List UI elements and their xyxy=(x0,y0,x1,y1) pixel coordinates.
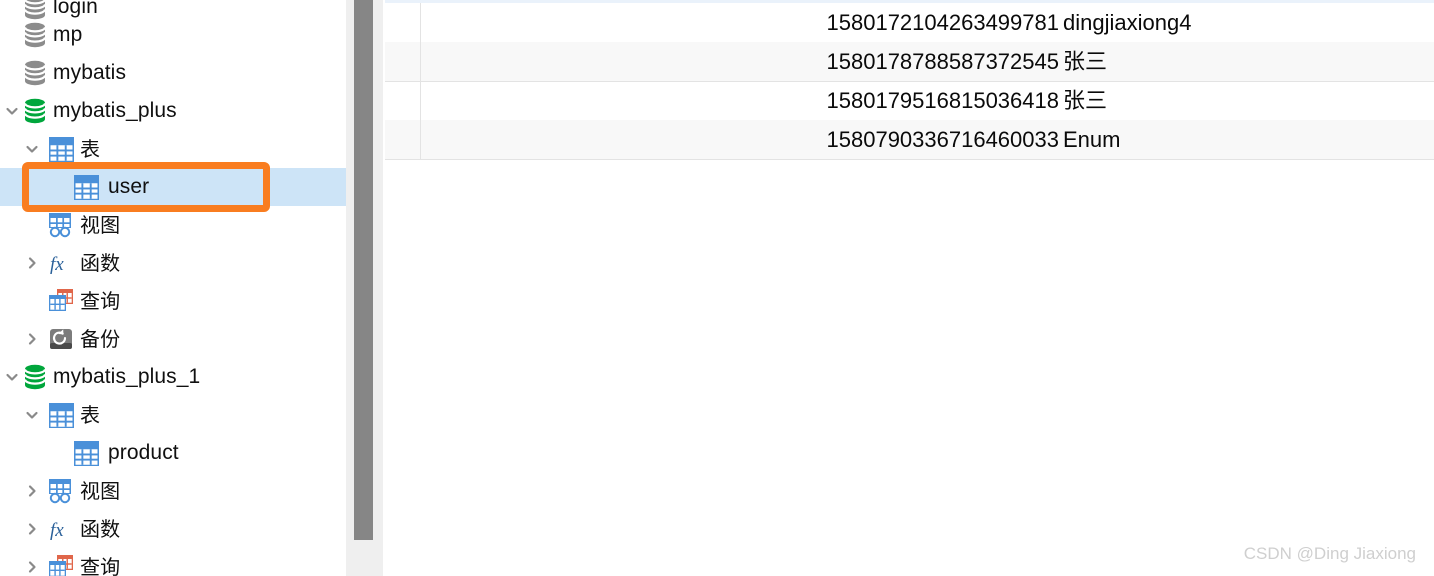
svg-text:fx: fx xyxy=(50,520,64,541)
sidebar-item-label: user xyxy=(108,175,150,198)
sidebar-item-label: 备份 xyxy=(80,327,121,351)
table-icon xyxy=(73,434,99,472)
row-header-cell[interactable] xyxy=(385,42,421,81)
chevron-down-icon[interactable] xyxy=(2,92,22,130)
view-icon xyxy=(48,472,74,510)
application-window: login mp mybatis mybatis_plus 表 user 视图 fx 函数 查询备… xyxy=(0,0,1434,576)
table-folder-icon xyxy=(48,396,74,434)
sidebar-item-label: 函数 xyxy=(80,517,121,541)
col-sep-rowheader xyxy=(420,3,421,159)
sidebar-item-mp[interactable]: mp xyxy=(0,16,346,54)
database-icon-green xyxy=(22,358,48,396)
view-icon xyxy=(48,206,74,244)
cell-name[interactable]: Enum xyxy=(1061,120,1434,159)
table-row[interactable]: 1580172104263499781dingjiaxiong424(Null) xyxy=(385,3,1434,43)
sidebar-item-product[interactable]: product xyxy=(0,434,346,472)
chevron-down-icon[interactable] xyxy=(22,396,42,434)
sidebar-item-label: 查询 xyxy=(80,555,121,576)
database-icon-gray xyxy=(22,54,48,92)
sidebar-item-查询[interactable]: 查询 xyxy=(0,548,346,576)
cell-id[interactable]: 1580179516815036418 xyxy=(421,81,1062,120)
sidebar-item-user[interactable]: user xyxy=(0,168,346,206)
sidebar-item-label: mybatis xyxy=(53,61,127,84)
sidebar-item-label: product xyxy=(108,441,179,464)
chevron-down-icon[interactable] xyxy=(2,358,22,396)
chevron-right-icon[interactable] xyxy=(22,472,42,510)
watermark: CSDN @Ding Jiaxiong xyxy=(1243,544,1416,563)
chevron-right-icon[interactable] xyxy=(22,244,42,282)
function-icon: fx xyxy=(48,244,74,282)
database-icon-green xyxy=(22,92,48,130)
sidebar-item-label: 函数 xyxy=(80,251,121,275)
cell-name[interactable]: 张三 xyxy=(1061,81,1434,120)
database-icon-gray xyxy=(22,16,48,54)
backup-icon xyxy=(48,320,74,358)
table-folder-icon xyxy=(48,130,74,168)
sidebar-item-label: mybatis_plus_1 xyxy=(53,365,201,388)
sidebar-item-label: 表 xyxy=(80,403,101,427)
table-row[interactable]: 1580179516815036418张三23zhangsan@atguigu.… xyxy=(385,81,1434,121)
sidebar-item-视图[interactable]: 视图 xyxy=(0,206,346,244)
sidebar-item-查询[interactable]: 查询 xyxy=(0,282,346,320)
query-icon xyxy=(48,548,74,576)
sidebar-item-函数[interactable]: fx 函数 xyxy=(0,510,346,548)
sidebar-item-表[interactable]: 表 xyxy=(0,396,346,434)
chevron-right-icon[interactable] xyxy=(22,548,42,576)
chevron-right-icon[interactable] xyxy=(22,320,42,358)
cell-id[interactable]: 1580790336716460033 xyxy=(421,120,1062,159)
sidebar-item-label: 表 xyxy=(80,137,101,161)
row-header-cell[interactable] xyxy=(385,120,421,159)
table-icon xyxy=(73,168,99,206)
row-header-cell[interactable] xyxy=(385,3,421,42)
cell-id[interactable]: 1580178788587372545 xyxy=(421,42,1062,81)
sidebar-item-label: 查询 xyxy=(80,289,121,313)
database-navigator-sidebar[interactable]: login mp mybatis mybatis_plus 表 user 视图 fx 函数 查询备… xyxy=(0,0,346,576)
cell-name[interactable]: 张三 xyxy=(1061,42,1434,81)
sidebar-item-label: mp xyxy=(53,23,83,46)
cell-name[interactable]: dingjiaxiong4 xyxy=(1061,3,1434,42)
sidebar-item-函数[interactable]: fx 函数 xyxy=(0,244,346,282)
query-icon xyxy=(48,282,74,320)
sidebar-item-表[interactable]: 表 xyxy=(0,130,346,168)
table-row[interactable]: 1580790336716460033Enum20(Null) xyxy=(385,120,1434,160)
sidebar-item-视图[interactable]: 视图 xyxy=(0,472,346,510)
sidebar-item-label: 视图 xyxy=(80,479,121,503)
sidebar-item-label: 视图 xyxy=(80,213,121,237)
sidebar-item-mybatis_plus[interactable]: mybatis_plus xyxy=(0,92,346,130)
chevron-right-icon[interactable] xyxy=(22,510,42,548)
svg-text:fx: fx xyxy=(50,254,64,275)
chevron-down-icon[interactable] xyxy=(22,130,42,168)
sidebar-item-mybatis[interactable]: mybatis xyxy=(0,54,346,92)
sidebar-item-mybatis_plus_1[interactable]: mybatis_plus_1 xyxy=(0,358,346,396)
sidebar-item-备份[interactable]: 备份 xyxy=(0,320,346,358)
table-row[interactable]: 1580178788587372545张三23zhangsan@atguigu.… xyxy=(385,42,1434,82)
row-header-cell[interactable] xyxy=(385,81,421,120)
sidebar-item-label: mybatis_plus xyxy=(53,99,177,122)
cell-id[interactable]: 1580172104263499781 xyxy=(421,3,1062,42)
sidebar-scrollbar-thumb[interactable] xyxy=(354,0,373,540)
result-grid[interactable]: 1580172104263499781dingjiaxiong424(Null)… xyxy=(385,0,1434,576)
function-icon: fx xyxy=(48,510,74,548)
